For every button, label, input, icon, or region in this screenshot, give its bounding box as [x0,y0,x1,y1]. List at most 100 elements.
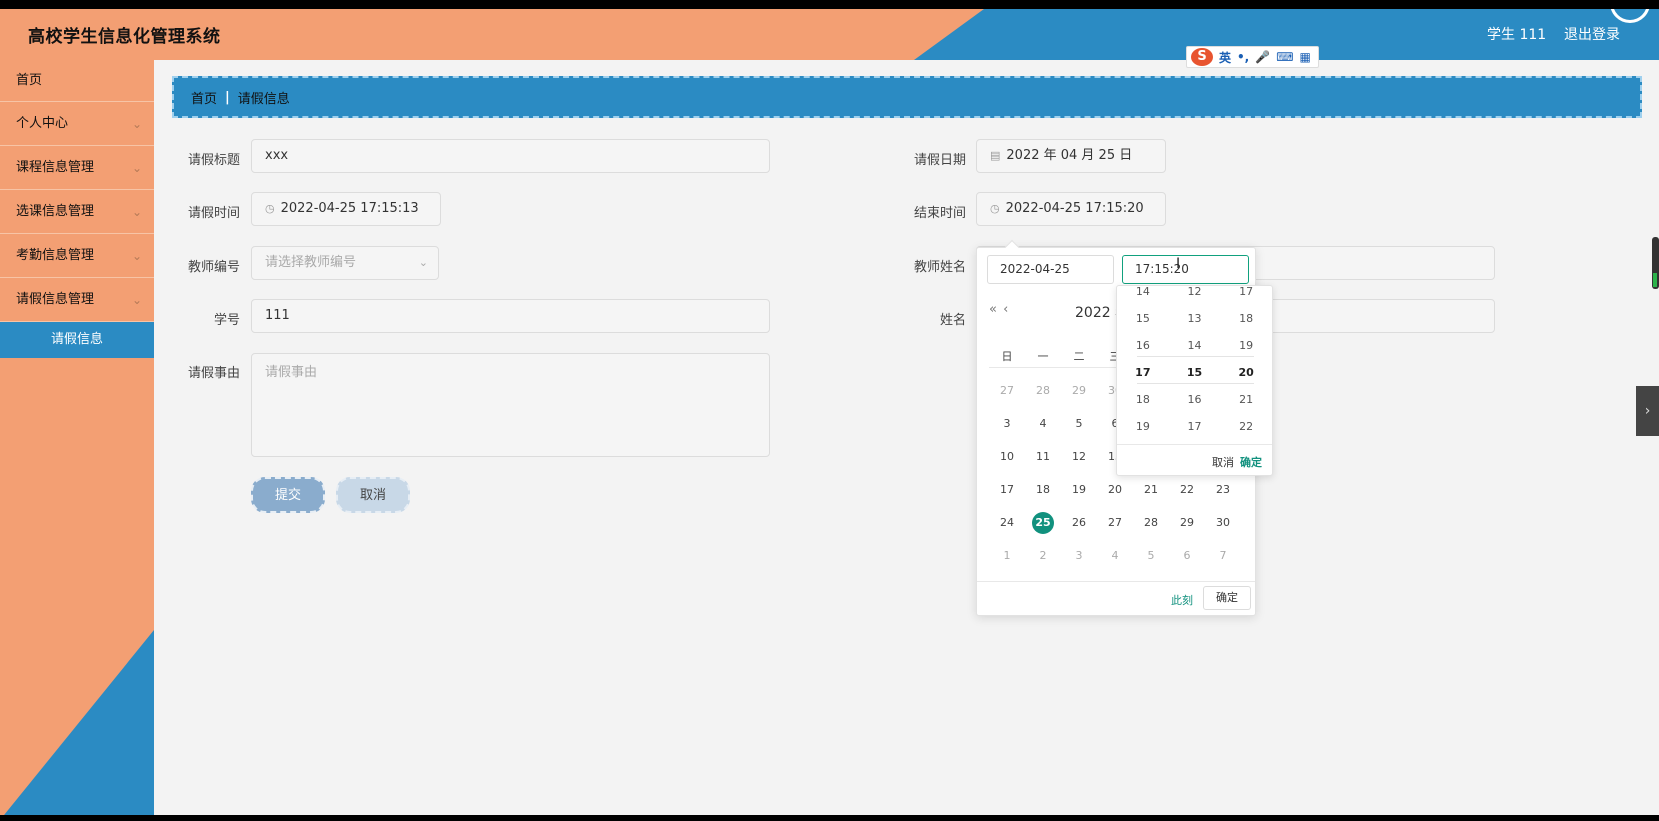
calendar-day[interactable]: 2 [1025,549,1061,562]
submit-button[interactable]: 提交 [251,477,325,513]
calendar-day[interactable]: 3 [1061,549,1097,562]
reason-textarea[interactable]: 请假事由 [251,353,770,457]
time-option[interactable]: 12 [1169,286,1221,305]
calendar-day[interactable]: 27 [989,384,1025,397]
sidebar-item-personal-center[interactable]: 个人中心 ⌄ [0,102,154,146]
sidebar-item-leave-management[interactable]: 请假信息管理 ⌄ [0,278,154,322]
time-option[interactable]: 16 [1169,386,1221,413]
chevron-right-icon[interactable]: › [1636,386,1659,436]
calendar-day[interactable]: 26 [1061,516,1097,529]
end-time-value: 2022-04-25 17:15:20 [1005,201,1144,216]
calendar-day[interactable]: 29 [1061,384,1097,397]
cancel-button[interactable]: 取消 [336,477,410,513]
sidebar-item-label: 个人中心 [16,116,69,131]
leave-title-input[interactable]: xxx [251,139,770,173]
calendar-day[interactable]: 20 [1097,483,1133,496]
sogou-icon[interactable]: S [1191,48,1213,66]
prev-year-month-icon[interactable]: « ‹ [989,302,1009,317]
leave-time-input[interactable]: ◷ 2022-04-25 17:15:13 [251,192,441,226]
time-option[interactable]: 21 [1220,386,1272,413]
calendar-day[interactable]: 22 [1169,483,1205,496]
leave-date-input[interactable]: ▤ 2022 年 04 月 25 日 [976,139,1166,173]
calendar-day[interactable]: 28 [1025,384,1061,397]
time-column-hours[interactable]: 14 15 16 17 18 19 [1117,286,1169,440]
calendar-day[interactable]: 3 [989,417,1025,430]
clock-icon: ◷ [990,202,1000,215]
sidebar-item-label: 首页 [16,73,43,88]
grid-icon[interactable]: ▦ [1300,50,1311,64]
calendar-day[interactable]: 29 [1169,516,1205,529]
time-option[interactable]: 14 [1169,332,1221,359]
calendar-day[interactable]: 1 [989,549,1025,562]
time-option[interactable]: 15 [1117,305,1169,332]
sidebar-item-attendance[interactable]: 考勤信息管理 ⌄ [0,234,154,278]
time-option[interactable]: 22 [1220,413,1272,440]
time-option[interactable]: 19 [1117,413,1169,440]
calendar-day[interactable]: 19 [1061,483,1097,496]
time-option[interactable]: 15 [1169,359,1221,386]
sidebar-item-course-selection[interactable]: 选课信息管理 ⌄ [0,190,154,234]
calendar-day[interactable]: 5 [1133,549,1169,562]
teacher-no-select[interactable]: 请选择教师编号 ⌄ [251,246,439,280]
now-link[interactable]: 此刻 [1171,592,1193,608]
calendar-day[interactable]: 25 [1025,511,1061,534]
time-option[interactable]: 18 [1117,386,1169,413]
time-option[interactable]: 13 [1169,305,1221,332]
sidebar-item-home[interactable]: 首页 [0,60,154,102]
calendar-day[interactable]: 11 [1025,450,1061,463]
time-option[interactable]: 17 [1169,413,1221,440]
calendar-day[interactable]: 23 [1205,483,1241,496]
time-option[interactable]: 17 [1117,359,1169,386]
time-column-seconds[interactable]: 17 18 19 20 21 22 [1220,286,1272,440]
time-option[interactable]: 19 [1220,332,1272,359]
time-option[interactable]: 20 [1220,359,1272,386]
picker-date-input[interactable]: 2022-04-25 [987,255,1114,284]
calendar-day[interactable]: 4 [1025,417,1061,430]
calendar-day[interactable]: 18 [1025,483,1061,496]
microphone-icon[interactable]: 🎤 [1255,50,1270,64]
sidebar-item-course-info[interactable]: 课程信息管理 ⌄ [0,146,154,190]
calendar-day[interactable]: 4 [1097,549,1133,562]
time-option[interactable]: 17 [1220,286,1272,305]
student-no-input[interactable]: 111 [251,299,770,333]
calendar-day[interactable]: 6 [1169,549,1205,562]
calendar-day[interactable]: 27 [1097,516,1133,529]
calendar-day[interactable]: 30 [1205,516,1241,529]
calendar-day[interactable]: 10 [989,450,1025,463]
calendar-day[interactable]: 5 [1061,417,1097,430]
calendar-day[interactable]: 28 [1133,516,1169,529]
chevron-down-icon: ⌄ [131,161,142,175]
time-ok-button[interactable]: 确定 [1240,454,1262,470]
ime-punct-icon[interactable]: •, [1237,50,1249,64]
picker-time-input[interactable]: 17:15:20 [1122,255,1249,284]
selected-day: 25 [1032,511,1054,534]
ime-lang-toggle[interactable]: 英 [1219,49,1231,66]
breadcrumb-home[interactable]: 首页 [191,88,217,107]
scroll-indicator[interactable] [1652,237,1659,289]
time-option[interactable]: 16 [1117,332,1169,359]
calendar-day[interactable]: 17 [989,483,1025,496]
avatar[interactable] [1610,9,1650,23]
logout-link[interactable]: 退出登录 [1564,24,1620,44]
calendar-day[interactable]: 7 [1205,549,1241,562]
time-column-minutes[interactable]: 12 13 14 15 16 17 [1169,286,1221,440]
calendar-icon: ▤ [990,149,1001,162]
keyboard-icon[interactable]: ⌨ [1276,50,1293,64]
teacher-no-label: 教师编号 [187,260,240,275]
sidebar: 首页 个人中心 ⌄ 课程信息管理 ⌄ 选课信息管理 ⌄ 考勤信息管理 ⌄ 请假信… [0,60,154,815]
end-time-input[interactable]: ◷ 2022-04-25 17:15:20 [976,192,1166,226]
text-cursor-icon: I [1176,256,1181,272]
breadcrumb: 首页 | 请假信息 [172,76,1642,118]
calendar-week-row: 17 18 19 20 21 22 23 [989,473,1245,506]
weekday-label: 二 [1073,349,1085,363]
sidebar-subitem-leave-info[interactable]: 请假信息 [0,322,154,358]
time-option[interactable]: 14 [1117,286,1169,305]
picker-ok-button[interactable]: 确定 [1203,586,1251,610]
calendar-day[interactable]: 24 [989,516,1025,529]
calendar-day[interactable]: 21 [1133,483,1169,496]
time-cancel-button[interactable]: 取消 [1212,454,1234,470]
weekday-label: 日 [1001,349,1013,363]
picker-time-value: 17:15:20 [1135,262,1189,276]
time-option[interactable]: 18 [1220,305,1272,332]
calendar-day[interactable]: 12 [1061,450,1097,463]
